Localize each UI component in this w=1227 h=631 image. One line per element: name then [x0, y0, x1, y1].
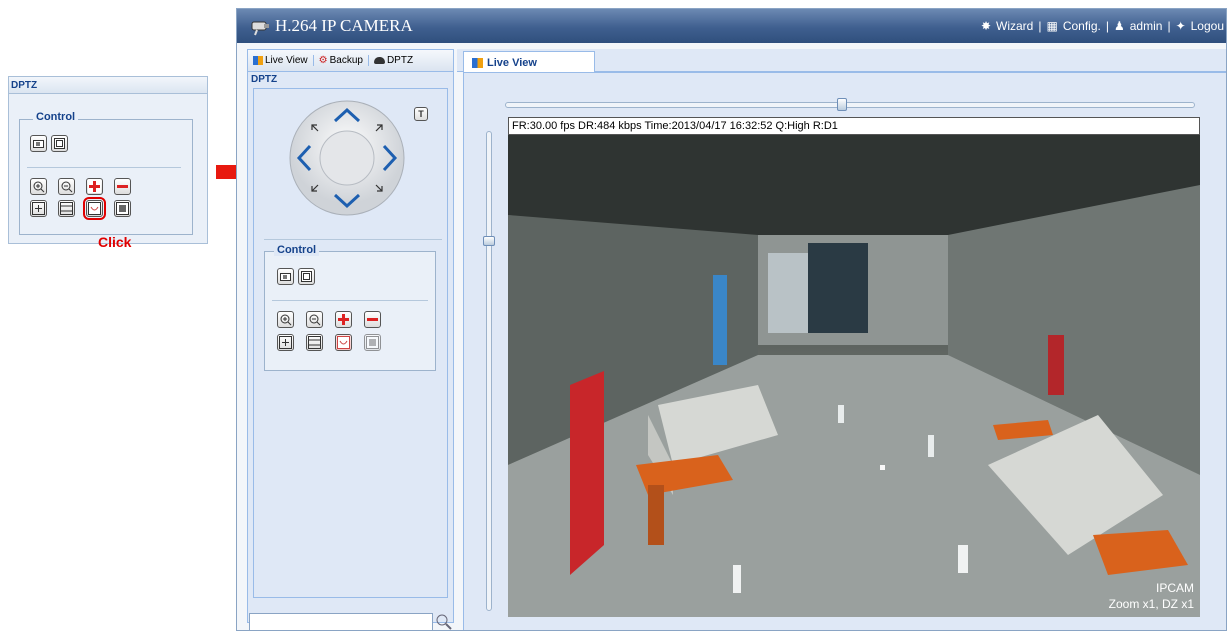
left-panel: Live View ⚙ Backup DPTZ DPTZ T Control [247, 49, 454, 623]
fullscreen-icon[interactable] [298, 268, 315, 285]
backup-icon: ⚙ [318, 55, 328, 66]
top-links: ✸ Wizard | ▦ Config. | ♟ admin | ✦ Logou [980, 19, 1224, 33]
inset-control-label: Control [33, 111, 79, 123]
tab-live-view-main[interactable]: Live View [463, 51, 595, 73]
tab-live-view[interactable]: Live View [248, 55, 314, 66]
inset-header: DPTZ [9, 77, 207, 94]
inset-divider [27, 167, 181, 168]
live-video-feed[interactable]: IPCAM Zoom x1, DZ x1 [508, 135, 1200, 617]
logout-icon: ✦ [1175, 19, 1186, 33]
pan-slider[interactable] [505, 102, 1195, 108]
expand-icon[interactable] [30, 200, 47, 217]
expand-icon[interactable] [277, 334, 294, 351]
config-icon: ▦ [1046, 19, 1058, 33]
plus-icon[interactable] [335, 311, 352, 328]
tab-backup[interactable]: ⚙ Backup [314, 55, 369, 66]
tilt-slider[interactable] [486, 131, 492, 611]
minus-icon[interactable] [114, 178, 131, 195]
divider [264, 239, 442, 240]
tab-dptz[interactable]: DPTZ [369, 55, 418, 66]
tele-icon[interactable]: T [414, 107, 428, 121]
dptz-inset-panel: DPTZ Control [8, 76, 208, 244]
collapse-icon[interactable] [58, 200, 75, 217]
search-input[interactable] [249, 613, 433, 630]
left-tab-strip: Live View ⚙ Backup DPTZ [248, 50, 453, 72]
dptz-mode-icon[interactable] [335, 334, 352, 351]
collapse-icon[interactable] [306, 334, 323, 351]
title-bar: H.264 IP CAMERA ✸ Wizard | ▦ Config. | ♟… [237, 9, 1226, 43]
control-label: Control [274, 244, 320, 256]
logout-link[interactable]: Logou [1191, 19, 1224, 33]
user-icon: ♟ [1113, 19, 1125, 33]
dptz-tab-icon [373, 57, 385, 64]
control-divider [272, 300, 428, 301]
live-view-icon [253, 56, 263, 65]
ptz-joystick[interactable] [288, 99, 406, 222]
dptz-body: T Control [253, 88, 448, 598]
zoom-in-icon[interactable] [30, 178, 47, 195]
zoom-out-icon[interactable] [306, 311, 323, 328]
grid-icon[interactable] [114, 200, 131, 217]
stream-info-bar: FR:30.00 fps DR:484 kbps Time:2013/04/17… [508, 117, 1200, 135]
wizard-icon: ✸ [980, 19, 992, 33]
plus-icon[interactable] [86, 178, 103, 195]
tilt-slider-handle[interactable] [483, 236, 495, 246]
minus-icon[interactable] [364, 311, 381, 328]
dptz-header: DPTZ [248, 72, 453, 88]
grid-icon[interactable] [364, 334, 381, 351]
wizard-link[interactable]: Wizard [996, 19, 1033, 33]
camera-logo-icon [249, 16, 271, 41]
app-window: H.264 IP CAMERA ✸ Wizard | ▦ Config. | ♟… [236, 8, 1227, 631]
zoom-out-icon[interactable] [58, 178, 75, 195]
admin-link[interactable]: admin [1130, 19, 1163, 33]
dptz-mode-icon[interactable] [83, 197, 106, 220]
pan-slider-handle[interactable] [837, 98, 847, 111]
zoom-in-icon[interactable] [277, 311, 294, 328]
click-annotation: Click [98, 234, 132, 250]
zoom-overlay: Zoom x1, DZ x1 [1108, 597, 1194, 611]
camera-name-overlay: IPCAM [1155, 581, 1194, 595]
snapshot-icon[interactable] [30, 135, 47, 152]
live-view-icon [472, 57, 483, 68]
app-title: H.264 IP CAMERA [275, 16, 413, 35]
snapshot-icon[interactable] [277, 268, 294, 285]
config-link[interactable]: Config. [1063, 19, 1101, 33]
search-icon[interactable] [433, 612, 455, 630]
fullscreen-icon[interactable] [51, 135, 68, 152]
